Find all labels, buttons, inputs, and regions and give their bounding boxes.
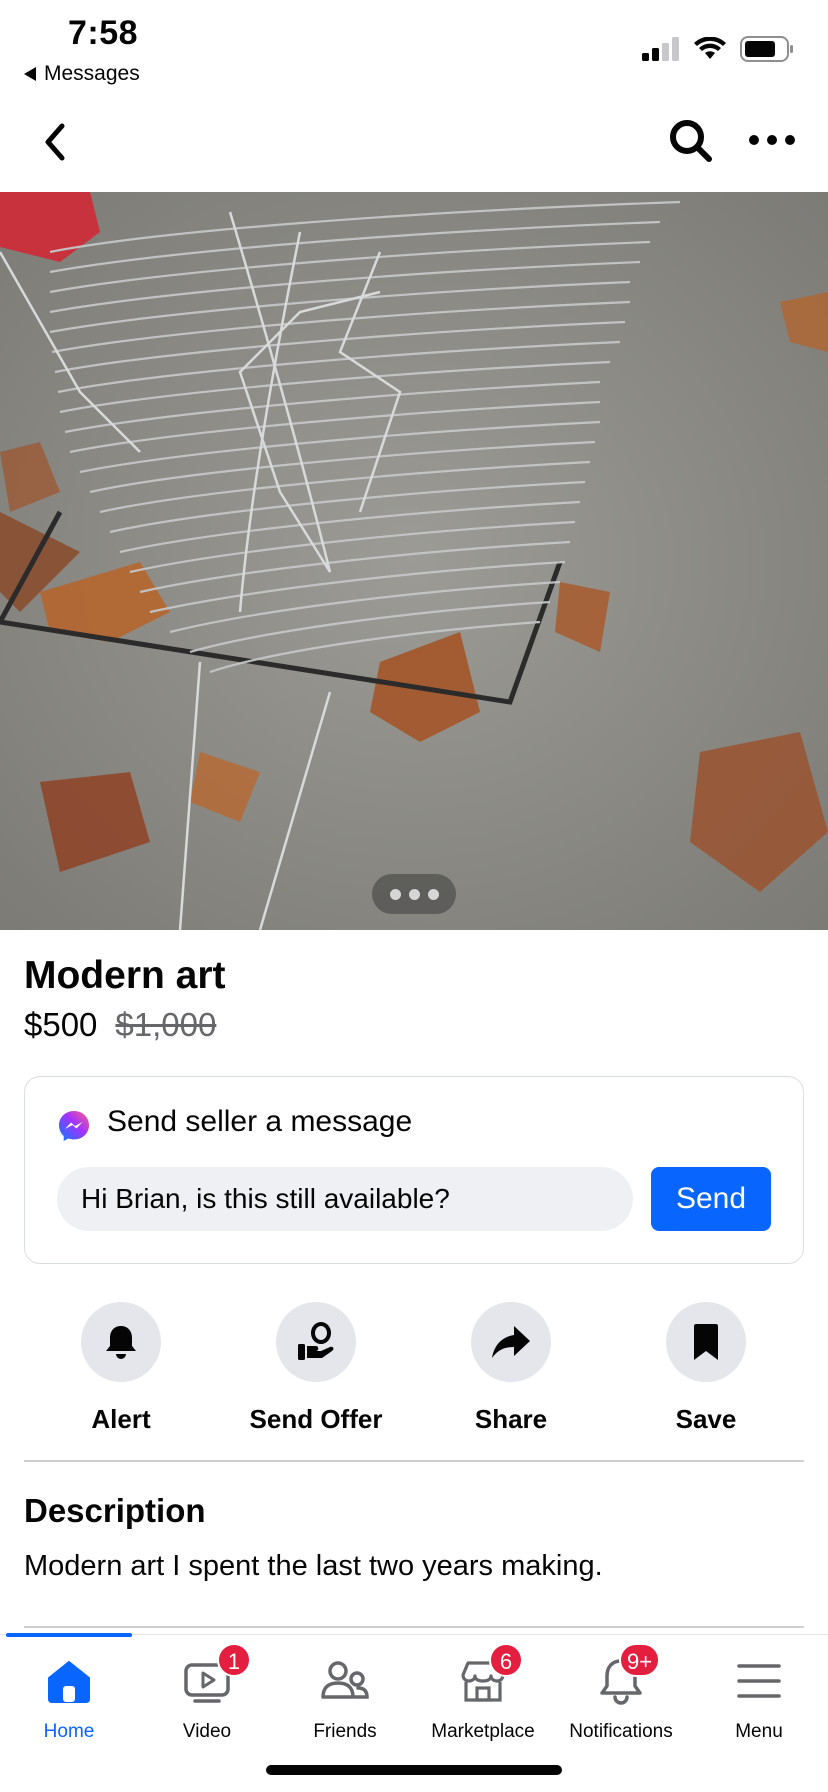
tab-video[interactable]: 1 Video bbox=[138, 1643, 276, 1753]
status-time: 7:58 bbox=[68, 14, 139, 52]
listing-title: Modern art bbox=[24, 954, 226, 997]
messenger-icon bbox=[59, 1111, 89, 1141]
tab-home[interactable]: Home bbox=[0, 1653, 138, 1753]
friends-icon bbox=[321, 1661, 369, 1699]
pager-dot bbox=[389, 888, 401, 900]
marketplace-badge: 6 bbox=[489, 1643, 523, 1677]
tab-home-label: Home bbox=[43, 1721, 95, 1742]
more-horizontal-icon[interactable] bbox=[746, 120, 798, 160]
offer-hand-icon bbox=[298, 1322, 334, 1360]
tab-menu[interactable]: Menu bbox=[690, 1653, 828, 1753]
share-icon-circle bbox=[471, 1302, 551, 1382]
listing-actions: Alert Send Offer Share Save bbox=[0, 1302, 828, 1435]
listing-photo[interactable] bbox=[0, 192, 828, 930]
divider bbox=[24, 1460, 804, 1462]
wire-hangers-photo bbox=[0, 192, 828, 930]
pager-dot bbox=[408, 888, 420, 900]
system-icons bbox=[642, 36, 794, 62]
pager-dot bbox=[427, 888, 439, 900]
description-heading: Description bbox=[24, 1492, 206, 1529]
tab-friends-label: Friends bbox=[313, 1721, 377, 1742]
tab-menu-label: Menu bbox=[735, 1721, 783, 1742]
tab-notifications-label: Notifications bbox=[569, 1721, 673, 1742]
bookmark-icon bbox=[694, 1324, 718, 1360]
search-icon[interactable] bbox=[666, 116, 716, 166]
back-to-app-link[interactable]: Messages bbox=[24, 62, 140, 86]
divider bbox=[24, 1626, 804, 1628]
active-tab-indicator bbox=[6, 1633, 132, 1637]
notifications-badge: 9+ bbox=[619, 1643, 661, 1677]
home-indicator bbox=[266, 1765, 562, 1775]
back-app-label: Messages bbox=[44, 62, 140, 85]
status-bar: 7:58 Messages bbox=[0, 0, 828, 96]
description-text: Modern art I spent the last two years ma… bbox=[24, 1550, 603, 1582]
alert-icon-circle bbox=[81, 1302, 161, 1382]
price-row: $500 $1,000 bbox=[24, 1006, 216, 1044]
bell-icon bbox=[106, 1326, 136, 1359]
send-offer-button[interactable]: Send Offer bbox=[221, 1302, 411, 1435]
current-price: $500 bbox=[24, 1006, 98, 1043]
share-button[interactable]: Share bbox=[416, 1302, 606, 1435]
original-price: $1,000 bbox=[115, 1006, 217, 1043]
alert-label: Alert bbox=[91, 1404, 151, 1434]
nav-bar bbox=[0, 100, 828, 190]
alert-button[interactable]: Alert bbox=[26, 1302, 216, 1435]
chevron-left-icon[interactable] bbox=[36, 118, 76, 166]
back-triangle-icon bbox=[24, 67, 36, 81]
photo-pager-indicator[interactable] bbox=[372, 874, 456, 914]
send-offer-icon-circle bbox=[276, 1302, 356, 1382]
battery-icon bbox=[740, 36, 793, 62]
tab-video-label: Video bbox=[182, 1721, 232, 1742]
send-message-title: Send seller a message bbox=[107, 1105, 413, 1138]
share-label: Share bbox=[474, 1404, 548, 1434]
save-icon-circle bbox=[666, 1302, 746, 1382]
wifi-icon bbox=[694, 37, 726, 59]
send-offer-label: Send Offer bbox=[249, 1404, 383, 1434]
save-label: Save bbox=[675, 1404, 737, 1434]
menu-icon bbox=[737, 1664, 781, 1698]
message-input[interactable] bbox=[57, 1167, 633, 1231]
video-badge: 1 bbox=[217, 1643, 251, 1677]
tab-notifications[interactable]: 9+ Notifications bbox=[552, 1643, 690, 1753]
tab-marketplace-label: Marketplace bbox=[431, 1721, 535, 1742]
save-button[interactable]: Save bbox=[611, 1302, 801, 1435]
send-seller-message-card: Send seller a message Send bbox=[24, 1076, 804, 1264]
send-button[interactable]: Send bbox=[651, 1167, 771, 1231]
home-icon bbox=[48, 1661, 90, 1703]
share-arrow-icon bbox=[492, 1326, 530, 1358]
tab-friends[interactable]: Friends bbox=[276, 1653, 414, 1753]
tab-marketplace[interactable]: 6 Marketplace bbox=[414, 1643, 552, 1753]
signal-icon bbox=[642, 37, 679, 61]
